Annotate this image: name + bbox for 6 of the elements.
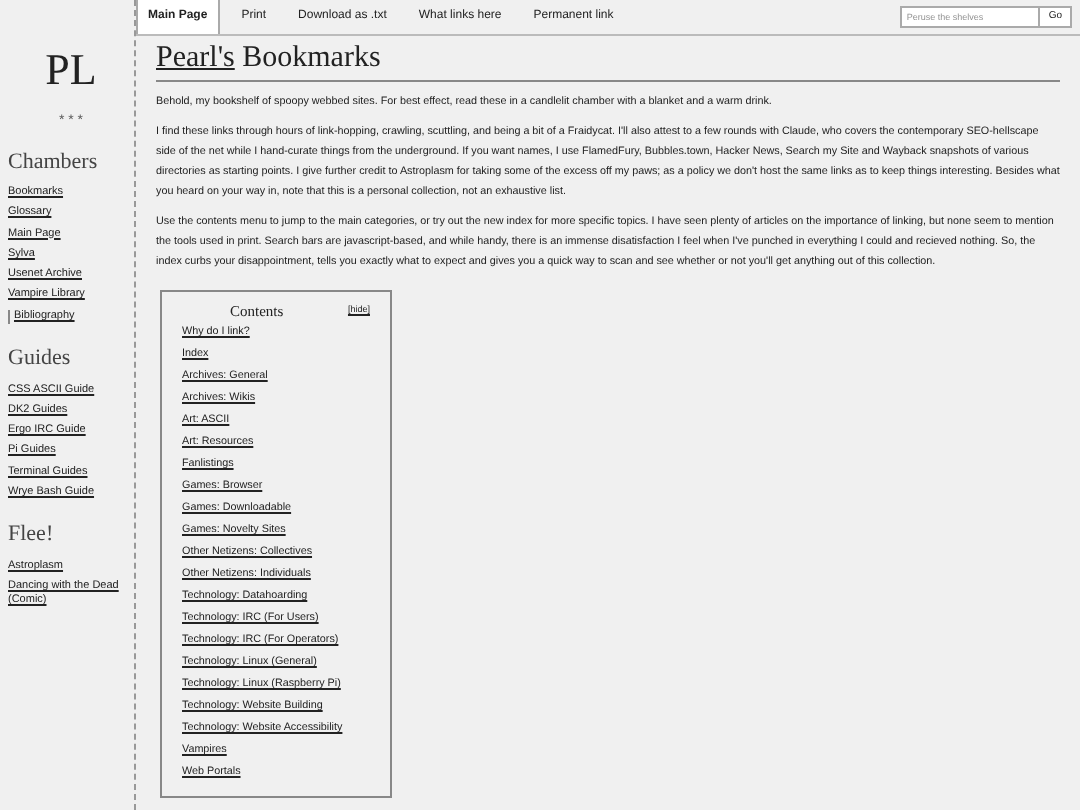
page-title: Bookmarks [242, 42, 381, 74]
site-logo: PL [43, 48, 99, 92]
section-heading: Guides [8, 344, 73, 375]
title-link[interactable]: Pearl's [156, 42, 235, 74]
section-heading: Flee! [8, 520, 56, 551]
section-heading: Chambers [8, 147, 100, 177]
